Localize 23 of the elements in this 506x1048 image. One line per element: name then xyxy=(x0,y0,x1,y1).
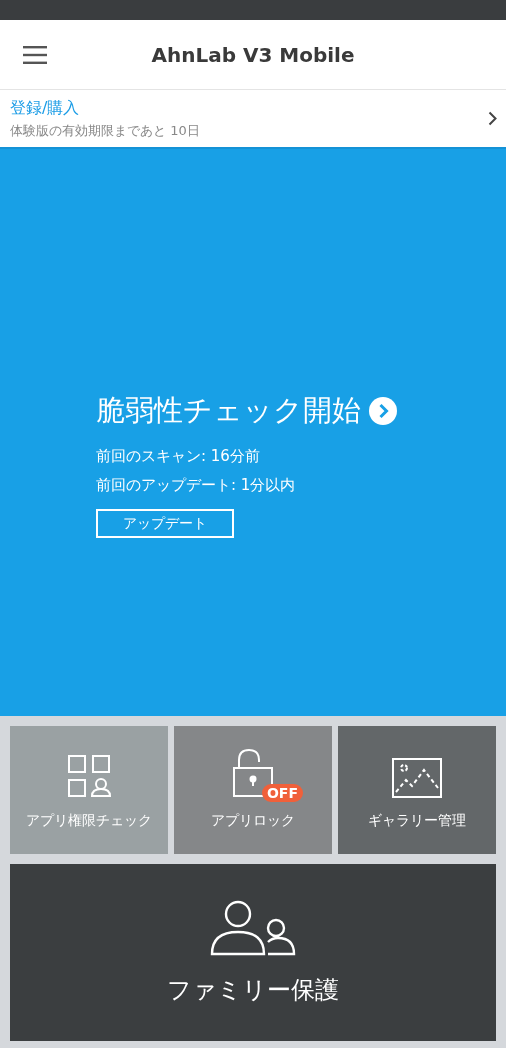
family-tile[interactable]: ファミリー保護 xyxy=(10,864,496,1041)
tile-label: ギャラリー管理 xyxy=(368,812,466,830)
feature-tile[interactable]: アプリ権限チェック xyxy=(10,726,168,854)
app-title: AhnLab V3 Mobile xyxy=(150,42,356,67)
arrow-circle-icon[interactable] xyxy=(369,397,397,425)
feature-tile[interactable]: OFF アプリロック xyxy=(174,726,332,854)
trial-note: 体験版の有効期限まであと 10日 xyxy=(10,121,200,140)
people-icon xyxy=(210,899,296,956)
scan-start-title[interactable]: 脆弱性チェック開始 xyxy=(96,391,361,431)
last-scan-text: 前回のスキャン: 16分前 xyxy=(96,447,260,466)
feature-tile[interactable]: ギャラリー管理 xyxy=(338,726,496,854)
off-badge: OFF xyxy=(261,784,303,802)
register-link[interactable]: 登録/購入 xyxy=(10,97,200,119)
last-update-text: 前回のアップデート: 1分以内 xyxy=(96,476,296,495)
license-banner[interactable]: 登録/購入 体験版の有効期限まであと 10日 xyxy=(0,90,506,149)
menu-icon[interactable] xyxy=(23,45,47,64)
chevron-right-icon xyxy=(488,111,497,126)
update-button[interactable]: アップデート xyxy=(96,509,234,538)
family-label: ファミリー保護 xyxy=(167,974,339,1006)
apps-user-icon xyxy=(67,754,111,798)
tile-label: アプリ権限チェック xyxy=(26,812,152,830)
tile-label: アプリロック xyxy=(211,812,295,830)
image-icon xyxy=(392,758,442,798)
